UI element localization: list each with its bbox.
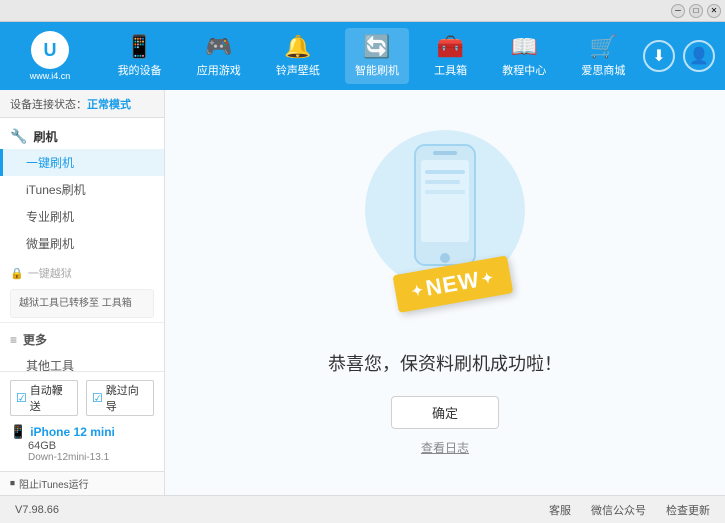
illustration: ✦ NEW ✦ [355, 130, 535, 330]
device-name-text: iPhone 12 mini [30, 425, 115, 439]
lock-icon: 🔒 [10, 267, 24, 280]
sidebar-divider [0, 322, 164, 323]
jailbreak-notice-text: 越狱工具已转移至 工具箱 [19, 298, 132, 309]
skip-wizard-checkbox[interactable]: ☑ 跳过向导 [86, 380, 154, 416]
sidebar: 设备连接状态： 正常模式 🔧 刷机 一键刷机 iTunes刷机 专业刷机 微量刷… [0, 90, 165, 495]
nav-icon-app-games: 🎮 [205, 34, 232, 60]
nav-items: 📱 我的设备 🎮 应用游戏 🔔 铃声壁纸 🔄 智能刷机 🧰 工具箱 📖 [100, 28, 643, 84]
skip-wizard-label: 跳过向导 [106, 382, 148, 414]
sidebar-item-other-tools[interactable]: 其他工具 [0, 352, 164, 371]
more-section-label: 更多 [23, 331, 47, 348]
device-name: 📱 iPhone 12 mini [10, 424, 154, 440]
confirm-button[interactable]: 确定 [391, 396, 499, 429]
logo-area: U www.i4.cn [10, 31, 90, 81]
device-model: Down-12mini-13.1 [10, 452, 154, 463]
sparkle-left-icon: ✦ [410, 280, 425, 299]
footer-link-wechat[interactable]: 微信公众号 [591, 502, 646, 518]
sidebar-more-section: ≡ 更多 其他工具 下载固件 高级功能 [0, 327, 164, 371]
phone-svg [405, 140, 485, 280]
footer-link-support[interactable]: 客服 [549, 502, 571, 518]
status-bar: 设备连接状态： 正常模式 [0, 90, 164, 118]
content-area: 设备连接状态： 正常模式 🔧 刷机 一键刷机 iTunes刷机 专业刷机 微量刷… [0, 90, 725, 495]
nav-item-ringtones[interactable]: 🔔 铃声壁纸 [266, 28, 330, 84]
nav-item-toolbox[interactable]: 🧰 工具箱 [424, 28, 477, 84]
flash-section-icon: 🔧 [10, 128, 27, 145]
footer: V7.98.66 客服 微信公众号 检查更新 [0, 495, 725, 523]
footer-link-update[interactable]: 检查更新 [666, 502, 710, 518]
main-content: ✦ NEW ✦ 恭喜您，保资料刷机成功啦！ 确定 查看日志 [165, 90, 725, 495]
more-icon: ≡ [10, 333, 17, 347]
nav-label-toolbox: 工具箱 [434, 62, 467, 78]
header: U www.i4.cn 📱 我的设备 🎮 应用游戏 🔔 铃声壁纸 🔄 智能刷机 … [0, 22, 725, 90]
stop-itunes-label: 阻止iTunes运行 [19, 476, 89, 491]
sidebar-bottom: ☑ 自动鞭送 ☑ 跳过向导 📱 iPhone 12 mini 64GB Down… [0, 371, 164, 471]
app-window: U www.i4.cn 📱 我的设备 🎮 应用游戏 🔔 铃声壁纸 🔄 智能刷机 … [0, 22, 725, 523]
grayed-jailbreak: 🔒 一键越狱 [0, 261, 164, 285]
nav-icon-my-device: 📱 [126, 34, 153, 60]
sidebar-item-one-key-flash[interactable]: 一键刷机 [0, 149, 164, 176]
phone-icon: 📱 [10, 424, 26, 440]
logo-text: www.i4.cn [30, 71, 71, 81]
device-info: 📱 iPhone 12 mini 64GB Down-12mini-13.1 [10, 424, 154, 463]
footer-version: V7.98.66 [15, 504, 59, 516]
nav-item-my-device[interactable]: 📱 我的设备 [108, 28, 172, 84]
title-bar: ─ □ ✕ [0, 0, 725, 22]
nav-item-shop[interactable]: 🛒 爱思商城 [571, 28, 635, 84]
new-badge-text: NEW [424, 266, 482, 301]
logo-icon: U [31, 31, 69, 69]
sidebar-section-flash: 🔧 刷机 一键刷机 iTunes刷机 专业刷机 微量刷机 [0, 124, 164, 257]
download-btn[interactable]: ⬇ [643, 40, 675, 72]
auto-send-label: 自动鞭送 [30, 382, 72, 414]
nav-icon-toolbox: 🧰 [437, 34, 464, 60]
nav-label-tutorial: 教程中心 [502, 62, 546, 78]
stop-itunes[interactable]: ⏹ 阻止iTunes运行 [0, 471, 164, 495]
sidebar-item-itunes-flash[interactable]: iTunes刷机 [0, 176, 164, 203]
sidebar-item-save-data-flash[interactable]: 微量刷机 [0, 230, 164, 257]
status-label: 设备连接状态： [10, 96, 87, 112]
nav-item-tutorial[interactable]: 📖 教程中心 [492, 28, 556, 84]
sidebar-nav: 🔧 刷机 一键刷机 iTunes刷机 专业刷机 微量刷机 🔒 一键越狱 越狱工具… [0, 118, 164, 371]
skip-wizard-check-icon: ☑ [92, 391, 103, 405]
user-btn[interactable]: 👤 [683, 40, 715, 72]
sidebar-item-pro-flash[interactable]: 专业刷机 [0, 203, 164, 230]
nav-icon-shop: 🛒 [590, 34, 617, 60]
flash-section-label: 刷机 [33, 128, 57, 145]
nav-icon-ringtones: 🔔 [284, 34, 311, 60]
device-capacity: 64GB [10, 440, 154, 452]
nav-item-app-games[interactable]: 🎮 应用游戏 [187, 28, 251, 84]
more-section-header: ≡ 更多 [0, 327, 164, 352]
header-right: ⬇ 👤 [643, 40, 715, 72]
jailbreak-label: 一键越狱 [28, 265, 72, 281]
nav-label-shop: 爱思商城 [581, 62, 625, 78]
checkboxes-row: ☑ 自动鞭送 ☑ 跳过向导 [10, 380, 154, 416]
nav-icon-smart-flash: 🔄 [363, 34, 390, 60]
again-link[interactable]: 查看日志 [421, 439, 469, 456]
sparkle-right-icon: ✦ [480, 268, 495, 287]
nav-icon-tutorial: 📖 [511, 34, 538, 60]
nav-label-ringtones: 铃声壁纸 [276, 62, 320, 78]
nav-item-smart-flash[interactable]: 🔄 智能刷机 [345, 28, 409, 84]
status-value: 正常模式 [87, 96, 131, 112]
auto-send-checkbox[interactable]: ☑ 自动鞭送 [10, 380, 78, 416]
minimize-btn[interactable]: ─ [671, 4, 685, 18]
auto-send-check-icon: ☑ [16, 391, 27, 405]
maximize-btn[interactable]: □ [689, 4, 703, 18]
close-btn[interactable]: ✕ [707, 4, 721, 18]
success-text: 恭喜您，保资料刷机成功啦！ [328, 350, 562, 376]
nav-label-app-games: 应用游戏 [197, 62, 241, 78]
jailbreak-notice: 越狱工具已转移至 工具箱 [10, 289, 154, 318]
nav-label-smart-flash: 智能刷机 [355, 62, 399, 78]
sidebar-section-flash-header: 🔧 刷机 [0, 124, 164, 149]
nav-label-my-device: 我的设备 [118, 62, 162, 78]
stop-itunes-icon: ⏹ [10, 478, 15, 489]
